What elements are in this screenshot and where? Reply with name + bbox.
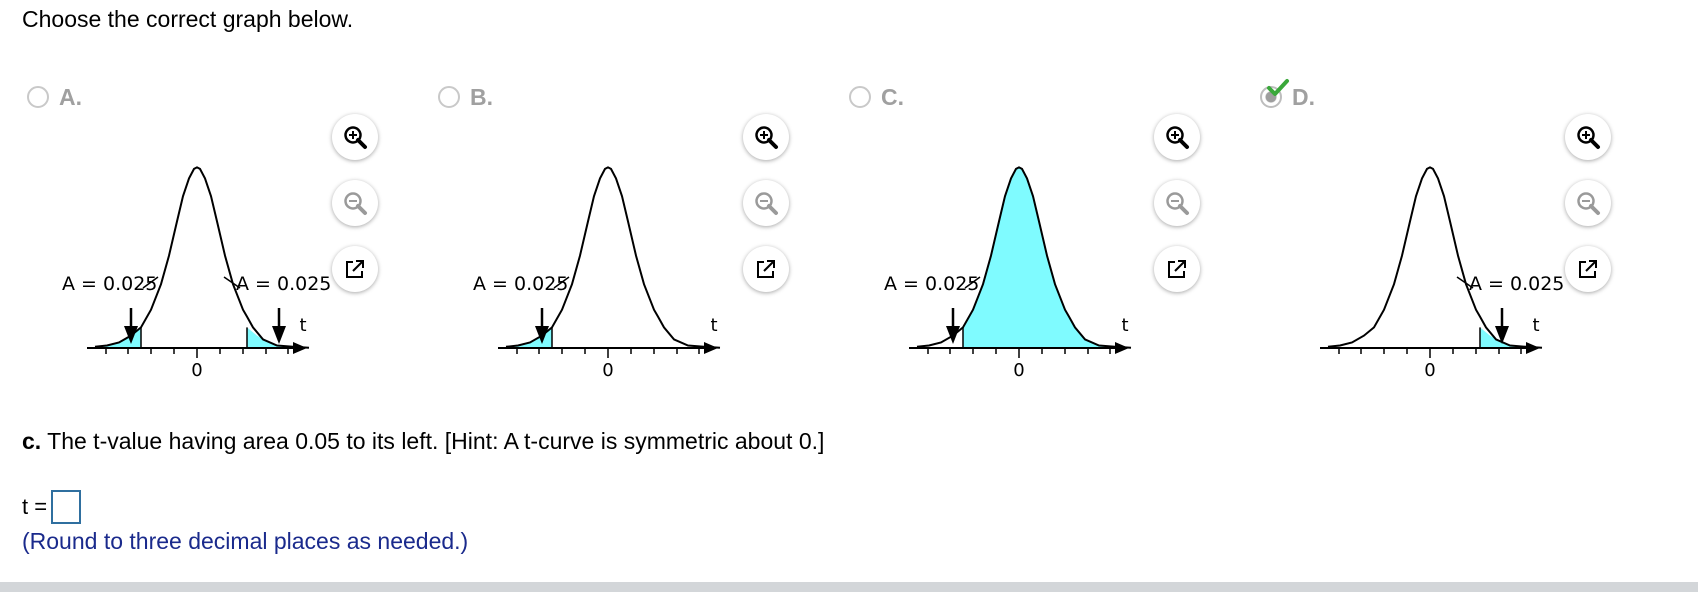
zoom-out-button[interactable] bbox=[743, 180, 789, 226]
answer-row: t = bbox=[22, 490, 82, 524]
t-axis-label: t bbox=[710, 315, 717, 336]
right-area-label: A = 0.025 bbox=[1469, 273, 1564, 295]
open-external-icon bbox=[346, 260, 364, 278]
open-external-icon bbox=[757, 260, 775, 278]
t-curve bbox=[94, 166, 310, 349]
t-value-input[interactable] bbox=[51, 490, 82, 524]
t-axis-label: t bbox=[1532, 315, 1539, 336]
t-curve bbox=[1327, 166, 1543, 349]
zoom-out-button[interactable] bbox=[1154, 180, 1200, 226]
question-c-text: The t-value having area 0.05 to its left… bbox=[41, 428, 825, 454]
option-c-graph: 0 t A = 0.025 bbox=[884, 166, 1132, 381]
zero-tick-label: 0 bbox=[1013, 360, 1024, 381]
zoom-out-icon bbox=[1166, 192, 1189, 215]
open-external-icon bbox=[1579, 260, 1597, 278]
zoom-in-button[interactable] bbox=[1154, 114, 1200, 160]
zoom-in-icon bbox=[755, 126, 778, 149]
shade-right bbox=[247, 327, 293, 348]
option-a-graph: 0 t A = 0.025 A = 0.025 bbox=[62, 166, 331, 381]
zoom-in-button[interactable] bbox=[1565, 114, 1611, 160]
left-area-label: A = 0.025 bbox=[884, 273, 979, 295]
zoom-in-button[interactable] bbox=[743, 114, 789, 160]
zero-tick-label: 0 bbox=[191, 360, 202, 381]
option-b[interactable]: B. 0 t A = 0.025 bbox=[438, 72, 848, 382]
t-axis-label: t bbox=[299, 315, 306, 336]
open-external-button[interactable] bbox=[332, 246, 378, 292]
open-external-button[interactable] bbox=[1565, 246, 1611, 292]
option-d-graph: 0 t A = 0.025 bbox=[1320, 166, 1564, 381]
zoom-in-icon bbox=[344, 126, 367, 149]
zoom-in-icon bbox=[1166, 126, 1189, 149]
left-area-label: A = 0.025 bbox=[473, 273, 568, 295]
open-external-button[interactable] bbox=[743, 246, 789, 292]
rounding-note: (Round to three decimal places as needed… bbox=[22, 528, 469, 554]
zero-tick-label: 0 bbox=[1424, 360, 1435, 381]
option-a[interactable]: A. 0 t A = 0.025 A = 0.025 bbox=[27, 72, 437, 382]
zoom-out-icon bbox=[344, 192, 367, 215]
answer-label: t = bbox=[22, 494, 48, 519]
zoom-in-icon bbox=[1577, 126, 1600, 149]
shade-center bbox=[963, 167, 1115, 348]
t-axis-label: t bbox=[1121, 315, 1128, 336]
option-d[interactable]: D. 0 t A = 0.025 bbox=[1260, 72, 1670, 382]
zero-tick-label: 0 bbox=[602, 360, 613, 381]
zoom-out-button[interactable] bbox=[1565, 180, 1611, 226]
question-c: c. The t-value having area 0.05 to its l… bbox=[22, 428, 824, 455]
left-area-label: A = 0.025 bbox=[62, 273, 157, 295]
zoom-in-button[interactable] bbox=[332, 114, 378, 160]
question-c-prefix: c. bbox=[22, 428, 42, 454]
bottom-bar bbox=[0, 582, 1698, 592]
option-c[interactable]: C. 0 t A = 0.025 bbox=[849, 72, 1259, 382]
zoom-out-button[interactable] bbox=[332, 180, 378, 226]
t-curve bbox=[505, 166, 721, 349]
zoom-out-icon bbox=[1577, 192, 1600, 215]
open-external-button[interactable] bbox=[1154, 246, 1200, 292]
prompt-text: Choose the correct graph below. bbox=[22, 6, 354, 32]
option-b-graph: 0 t A = 0.025 bbox=[473, 166, 721, 381]
right-area-label: A = 0.025 bbox=[236, 273, 331, 295]
open-external-icon bbox=[1168, 260, 1186, 278]
zoom-out-icon bbox=[755, 192, 778, 215]
